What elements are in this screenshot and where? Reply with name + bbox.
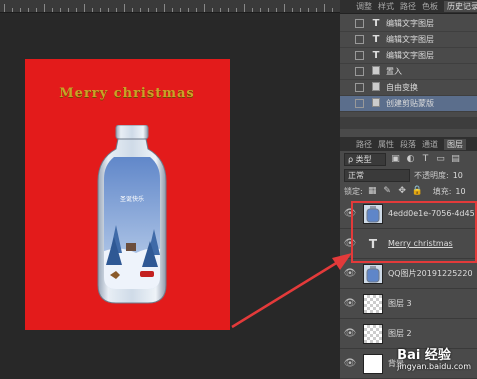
visibility-eye-icon[interactable]: 👁 [343,268,357,279]
history-item[interactable]: T 编辑文字图层 [340,32,477,48]
layer-thumbnail [363,353,383,374]
layer-thumbnail [363,323,383,344]
watermark-sub: jingyan.baidu.com [397,362,471,371]
tab-history[interactable]: 历史记录 [444,1,477,12]
history-item-label: 编辑文字图层 [386,35,434,44]
layer-thumbnail [363,263,383,284]
document-icon [370,65,382,78]
filter-shape-icon[interactable]: ▭ [435,154,446,164]
filter-adjust-icon[interactable]: ◐ [405,154,416,164]
tab-layers[interactable]: 图层 [444,138,466,150]
filter-type-icon[interactable]: T [420,154,431,164]
history-item[interactable]: T 编辑文字图层 [340,16,477,32]
history-panel-tabs: 调整 样式 路径 色板 历史记录 [340,0,477,14]
lock-move-icon[interactable]: ✥ [397,186,408,196]
milk-bottle-image: 圣诞快乐 [97,125,167,304]
layers-panel-tabs: 路径 属性 段落 通道 图层 [340,137,477,151]
lock-brush-icon[interactable]: ✎ [382,186,393,196]
history-item-label: 创建剪贴蒙版 [386,99,434,108]
history-checkbox[interactable] [355,35,364,44]
visibility-eye-icon[interactable]: 👁 [343,298,357,309]
filter-pixel-icon[interactable]: ▣ [390,154,401,164]
text-layer-icon: T [372,18,380,29]
lock-label: 锁定: [344,186,363,196]
tab-paragraph[interactable]: 段落 [400,139,416,150]
watermark-main: Bai 经验 [397,348,451,363]
history-item-label: 自由变换 [386,83,418,92]
opacity-value[interactable]: 10 [453,171,463,180]
history-checkbox[interactable] [355,19,364,28]
history-footer [340,117,477,129]
tab-styles[interactable]: 样式 [378,1,394,12]
tab-swatches[interactable]: 色板 [422,1,438,12]
lock-pixels-icon[interactable]: ▦ [367,186,378,196]
blend-mode-select[interactable]: 正常 [344,168,410,182]
bottle-caption: 圣诞快乐 [120,195,144,203]
history-checkbox[interactable] [355,67,364,76]
tab-properties[interactable]: 属性 [378,139,394,150]
history-checkbox[interactable] [355,51,364,60]
kind-filter-select[interactable]: ρ 类型 [344,152,386,166]
lock-row: 锁定: ▦ ✎ ✥ 🔒 填充: 10 [340,183,477,199]
layer-row[interactable]: 👁 图层 3 [340,289,477,319]
blend-row: 正常 不透明度: 10 [340,167,477,183]
history-item-label: 编辑文字图层 [386,19,434,28]
history-list: T 编辑文字图层 T 编辑文字图层 T 编辑文字图层 置入自由变换创建剪贴蒙版 [340,16,477,112]
merry-christmas-text: Merry christmas [59,86,195,101]
tab-paths-2[interactable]: 路径 [356,139,372,150]
document-canvas[interactable]: Merry christmas 圣诞快乐 [25,59,230,330]
layer-filter-row: ρ 类型 ▣ ◐ T ▭ ▤ [340,151,477,167]
history-item-label: 置入 [386,67,402,76]
layer-name[interactable]: 图层 2 [388,328,412,339]
text-layer-icon: T [372,34,380,45]
document-icon [370,81,382,94]
text-layer-icon: T [372,50,380,61]
history-item[interactable]: 置入 [340,64,477,80]
canvas-area[interactable]: Merry christmas 圣诞快乐 [0,0,340,379]
history-checkbox[interactable] [355,83,364,92]
tab-adjustments[interactable]: 调整 [356,1,372,12]
filter-smart-icon[interactable]: ▤ [450,154,461,164]
watermark: Bai 经验 jingyan.baidu.com [397,344,471,371]
history-item[interactable]: T 编辑文字图层 [340,48,477,64]
layer-name[interactable]: QQ图片20191225220 [388,268,473,279]
opacity-label: 不透明度: [414,170,449,180]
fill-value[interactable]: 10 [455,187,465,196]
visibility-eye-icon[interactable]: 👁 [343,358,357,369]
visibility-eye-icon[interactable]: 👁 [343,328,357,339]
history-item[interactable]: 自由变换 [340,80,477,96]
history-checkbox[interactable] [355,99,364,108]
history-item-label: 编辑文字图层 [386,51,434,60]
highlight-box [351,201,477,263]
history-item[interactable]: 创建剪贴蒙版 [340,96,477,112]
layer-thumbnail [363,293,383,314]
tab-channels[interactable]: 通道 [422,139,438,150]
layer-name[interactable]: 图层 3 [388,298,412,309]
layer-row[interactable]: 👁 QQ图片20191225220 [340,259,477,289]
lock-all-icon[interactable]: 🔒 [412,186,423,196]
document-icon [370,97,382,110]
fill-label: 填充: [432,186,452,196]
horizontal-ruler [0,0,340,13]
right-panels: 调整 样式 路径 色板 历史记录 T 编辑文字图层 T 编辑文字图层 T 编辑文字图层 置入… [340,0,477,379]
tab-paths[interactable]: 路径 [400,1,416,12]
